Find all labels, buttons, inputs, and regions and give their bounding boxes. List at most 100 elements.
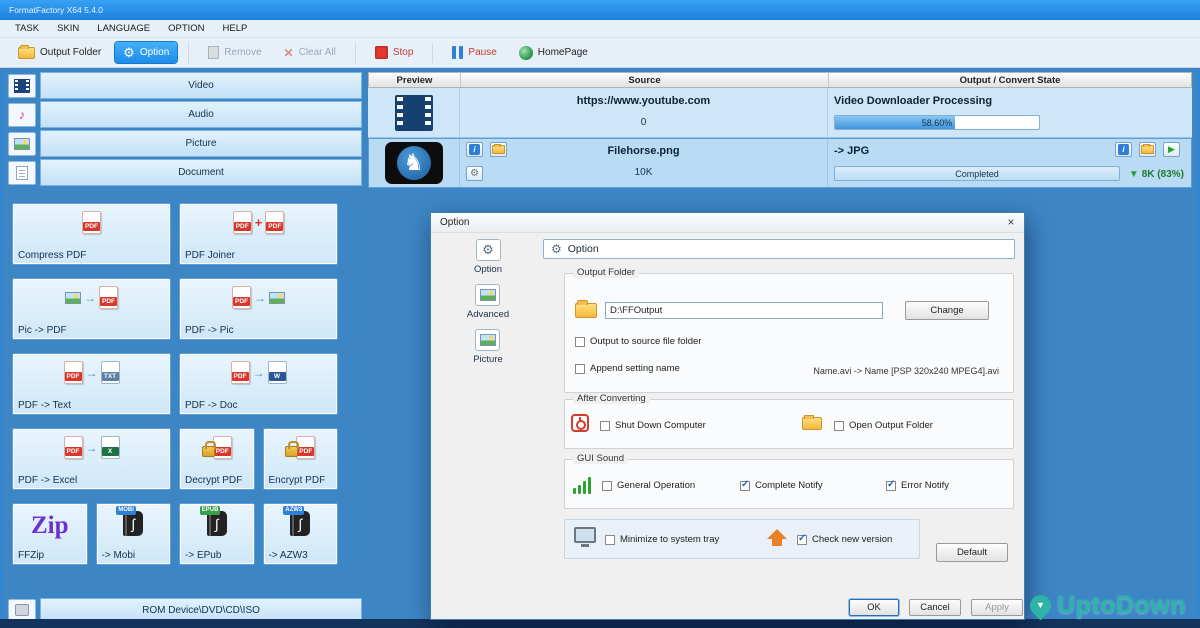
menu-language[interactable]: LANGUAGE xyxy=(88,21,159,36)
change-button[interactable]: Change xyxy=(905,301,989,320)
option-button[interactable]: Option xyxy=(115,42,177,63)
category-audio-label[interactable]: Audio xyxy=(40,101,362,128)
pause-button[interactable]: Pause xyxy=(444,42,504,63)
menu-skin[interactable]: SKIN xyxy=(48,21,88,36)
tool-decrypt-pdf[interactable]: PDF Decrypt PDF xyxy=(179,428,255,490)
menu-task[interactable]: TASK xyxy=(6,21,48,36)
source-size: 10K xyxy=(460,167,827,178)
nav-advanced[interactable]: Advanced xyxy=(467,284,509,320)
ok-button[interactable]: OK xyxy=(849,599,899,616)
naming-hint: Name.avi -> Name [PSP 320x240 MPEG4].avi xyxy=(813,366,999,376)
output-path-input[interactable] xyxy=(605,302,883,319)
picture-icon xyxy=(65,292,81,304)
shutdown-checkbox[interactable]: Shut Down Computer xyxy=(600,420,706,431)
gear-icon xyxy=(123,46,135,59)
progress-text: Completed xyxy=(835,167,1119,180)
tool-pic-to-pdf[interactable]: PDF Pic -> PDF xyxy=(12,278,171,340)
category-document-label[interactable]: Document xyxy=(40,159,362,186)
uptodown-watermark: UptoDown xyxy=(1030,591,1186,620)
homepage-button[interactable]: HomePage xyxy=(511,42,596,64)
category-audio[interactable]: Audio xyxy=(8,101,362,128)
tool-pdf-to-excel[interactable]: PDF X PDF -> Excel xyxy=(12,428,171,490)
category-video[interactable]: Video xyxy=(8,72,362,99)
arrow-icon xyxy=(86,441,98,455)
task-row-youtube[interactable]: https://www.youtube.com 0 Video Download… xyxy=(368,88,1192,138)
error-notify-checkbox[interactable]: Error Notify xyxy=(886,480,949,491)
task-row-filehorse[interactable]: Filehorse.png 10K -> JPG Completed 8K (8… xyxy=(368,138,1192,188)
group-legend: Output Folder xyxy=(573,267,639,278)
tool-encrypt-pdf[interactable]: PDF Encrypt PDF xyxy=(263,428,339,490)
output-folder-button[interactable]: Output Folder xyxy=(10,43,109,63)
arrow-icon xyxy=(254,291,266,305)
arrow-icon xyxy=(86,366,98,380)
picture-icon xyxy=(269,292,285,304)
dialog-nav: Option Advanced Picture xyxy=(449,239,527,365)
progress-bar: Completed xyxy=(834,166,1120,181)
dialog-section-header: Option xyxy=(543,239,1015,259)
picture-nav-icon xyxy=(475,329,500,351)
source-filename: Filehorse.png xyxy=(460,145,827,157)
open-folder-button[interactable] xyxy=(1139,142,1156,157)
menu-help[interactable]: HELP xyxy=(214,21,257,36)
open-output-folder-checkbox[interactable]: Open Output Folder xyxy=(834,420,933,431)
toolbar-separator xyxy=(432,43,433,63)
remove-button[interactable]: Remove xyxy=(200,42,269,63)
pdf-icon: PDF xyxy=(64,436,83,459)
picture-icon xyxy=(14,138,30,150)
category-video-label[interactable]: Video xyxy=(40,72,362,99)
bottom-strip xyxy=(0,619,1200,628)
nav-option[interactable]: Option xyxy=(474,239,502,275)
remove-label: Remove xyxy=(224,47,261,58)
tool-pdf-joiner[interactable]: PDF PDF PDF Joiner xyxy=(179,203,338,265)
state-title: -> JPG xyxy=(834,145,869,157)
lock-icon xyxy=(202,446,215,457)
tool-to-azw3[interactable]: AZW3 -> AZW3 xyxy=(263,503,339,565)
category-picture[interactable]: Picture xyxy=(8,130,362,157)
arrow-icon xyxy=(253,366,265,380)
apply-button[interactable]: Apply xyxy=(971,599,1023,616)
tool-to-epub[interactable]: EPUB -> EPub xyxy=(179,503,255,565)
output-folder-group: Output Folder Change Output to source fi… xyxy=(564,273,1014,393)
excel-file-icon: X xyxy=(101,436,120,459)
filehorse-logo xyxy=(385,142,443,184)
after-converting-group: After Converting Shut Down Computer Open… xyxy=(564,399,1014,449)
tool-grid: PDF Compress PDF PDF PDF PDF Joiner PDF xyxy=(12,203,338,578)
stop-label: Stop xyxy=(393,47,414,58)
power-icon xyxy=(571,414,589,432)
misc-settings-box: Minimize to system tray Check new versio… xyxy=(564,519,920,559)
cancel-button[interactable]: Cancel xyxy=(909,599,961,616)
play-button[interactable] xyxy=(1163,142,1180,157)
tool-to-mobi[interactable]: MOBI -> Mobi xyxy=(96,503,172,565)
info-button[interactable] xyxy=(1115,142,1132,157)
output-to-source-checkbox[interactable]: Output to source file folder xyxy=(575,336,701,347)
category-document[interactable]: Document xyxy=(8,159,362,186)
minimize-to-tray-checkbox[interactable]: Minimize to system tray xyxy=(605,534,719,545)
general-operation-checkbox[interactable]: General Operation xyxy=(602,480,695,491)
folder-icon xyxy=(18,47,35,59)
tool-ffzip[interactable]: Zip FFZip xyxy=(12,503,88,565)
check-new-version-checkbox[interactable]: Check new version xyxy=(797,534,892,545)
clear-all-button[interactable]: Clear All xyxy=(276,42,344,64)
category-picture-label[interactable]: Picture xyxy=(40,130,362,157)
append-setting-name-checkbox[interactable]: Append setting name xyxy=(575,363,680,374)
book-icon: AZW3 xyxy=(290,511,310,536)
pdf-icon: PDF xyxy=(265,211,284,234)
nav-picture[interactable]: Picture xyxy=(473,329,503,365)
close-icon[interactable]: × xyxy=(1003,215,1019,230)
toolbar-separator xyxy=(355,43,356,63)
uptodown-text: UptoDown xyxy=(1057,591,1186,620)
stop-button[interactable]: Stop xyxy=(367,42,422,63)
task-table: Preview Source Output / Convert State ht… xyxy=(368,72,1192,188)
tool-compress-pdf[interactable]: PDF Compress PDF xyxy=(12,203,171,265)
gear-icon xyxy=(551,242,562,256)
tool-pdf-to-pic[interactable]: PDF PDF -> Pic xyxy=(179,278,338,340)
menu-option[interactable]: OPTION xyxy=(159,21,213,36)
tool-pdf-to-text[interactable]: PDF TXT PDF -> Text xyxy=(12,353,171,415)
video-icon xyxy=(14,79,30,93)
tool-pdf-to-doc[interactable]: PDF W PDF -> Doc xyxy=(179,353,338,415)
complete-notify-checkbox[interactable]: Complete Notify xyxy=(740,480,823,491)
computer-icon xyxy=(574,527,596,543)
default-button[interactable]: Default xyxy=(936,543,1008,562)
pdf-icon: PDF xyxy=(296,436,315,459)
toolbar-separator xyxy=(188,43,189,63)
